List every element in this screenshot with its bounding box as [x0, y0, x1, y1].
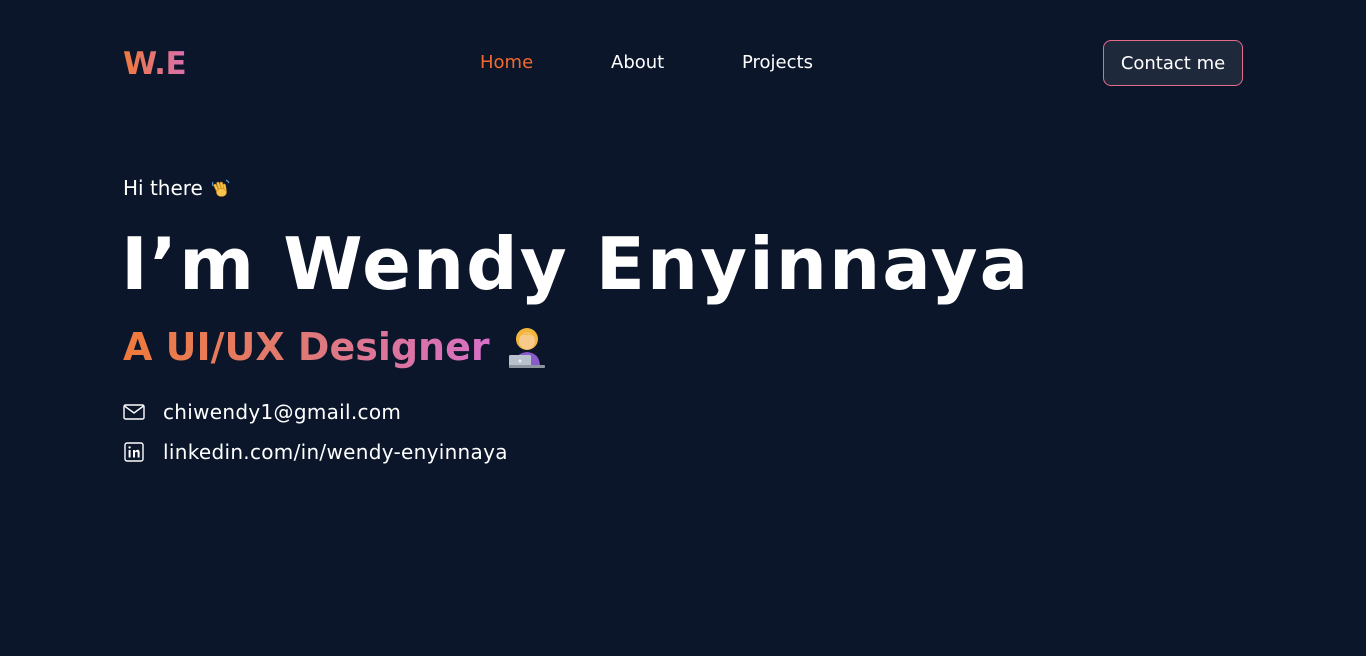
- role-title: A UI/UX Designer: [123, 322, 490, 372]
- linkedin-contact: linkedin.com/in/wendy-enyinnaya: [123, 440, 508, 464]
- hero-role: A UI/UX Designer: [123, 322, 548, 372]
- greeting-text: Hi there: [123, 176, 203, 200]
- linkedin-icon: [123, 441, 145, 463]
- woman-technologist-icon: [506, 325, 548, 369]
- mail-icon: [123, 401, 145, 423]
- nav-link-about[interactable]: About: [611, 52, 664, 74]
- nav-links: Home About Projects: [123, 40, 1243, 86]
- nav-link-projects[interactable]: Projects: [742, 52, 813, 74]
- greeting: Hi there: [123, 176, 231, 200]
- contact-me-button[interactable]: Contact me: [1103, 40, 1243, 86]
- email-link[interactable]: chiwendy1@gmail.com: [163, 400, 401, 424]
- top-nav: W.E Home About Projects Contact me: [123, 40, 1243, 86]
- hero-name: I’m Wendy Enyinnaya: [121, 222, 1031, 306]
- nav-link-home[interactable]: Home: [480, 52, 533, 74]
- waving-hand-icon: [211, 178, 231, 198]
- portfolio-page: W.E Home About Projects Contact me Hi th…: [0, 0, 1366, 656]
- email-contact: chiwendy1@gmail.com: [123, 400, 401, 424]
- linkedin-link[interactable]: linkedin.com/in/wendy-enyinnaya: [163, 440, 508, 464]
